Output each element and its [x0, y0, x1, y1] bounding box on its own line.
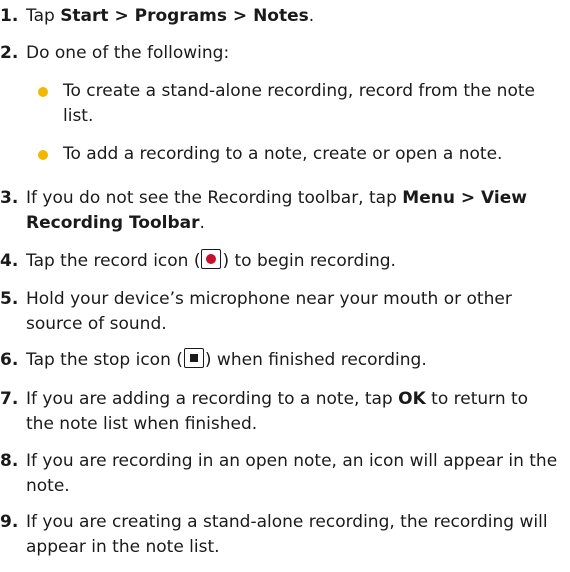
instructions-page: 1. Tap Start > Programs > Notes. 2. Do o… [0, 0, 570, 572]
step-1: 1. Tap Start > Programs > Notes. [0, 4, 560, 29]
step-text: . [199, 213, 205, 233]
stop-icon [183, 348, 204, 368]
step-number: 5. [0, 289, 19, 309]
step-text: Tap [26, 6, 61, 26]
step-number: 6. [0, 350, 19, 370]
step-2: 2. Do one of the following: To create a … [0, 41, 560, 167]
menu-path: Start > Programs > Notes [60, 6, 309, 26]
step-text: Hold your device’s microphone near your … [26, 289, 512, 334]
bullet-text: To add a recording to a note, create or … [63, 144, 503, 164]
step-text: Tap the record icon ( [26, 251, 201, 271]
step-7: 7. If you are adding a recording to a no… [0, 387, 560, 437]
step-text: ) when finished recording. [204, 350, 427, 370]
step-text: . [308, 6, 315, 26]
step-4: 4. Tap the record icon ( ) to begin recor… [0, 249, 560, 274]
ok-label: OK [398, 389, 426, 409]
step-text: Do one of the following: [26, 43, 230, 63]
step-number: 7. [0, 389, 19, 409]
list-item: To add a recording to a note, create or … [26, 142, 560, 167]
step-number: 1. [0, 6, 19, 26]
step-text: Tap the stop icon ( [26, 350, 183, 370]
step-text: ) to begin recording. [222, 251, 396, 271]
list-item: To create a stand-alone recording, recor… [26, 79, 560, 129]
step-number: 2. [0, 43, 19, 63]
step-9: 9. If you are creating a stand-alone rec… [0, 510, 560, 560]
bullet-text: To create a stand-alone recording, recor… [63, 81, 535, 126]
step-text: If you are adding a recording to a note,… [26, 389, 399, 409]
bullet-dot-icon [38, 87, 48, 97]
step-8: 8. If you are recording in an open note,… [0, 449, 560, 499]
bullet-dot-icon [38, 150, 48, 160]
step-number: 8. [0, 451, 19, 471]
step-5: 5. Hold your device’s microphone near yo… [0, 287, 560, 337]
step-number: 9. [0, 512, 19, 532]
step-text: If you are creating a stand-alone record… [26, 512, 548, 557]
options-list: To create a stand-alone recording, recor… [26, 79, 560, 167]
step-text: If you are recording in an open note, an… [26, 451, 558, 496]
step-number: 4. [0, 251, 19, 271]
step-number: 3. [0, 188, 19, 208]
step-6: 6. Tap the stop icon ( ) when finished re… [0, 348, 560, 373]
step-3: 3. If you do not see the Recording toolb… [0, 186, 560, 236]
step-text: If you do not see the Recording toolbar,… [26, 188, 403, 208]
record-icon [201, 249, 222, 269]
